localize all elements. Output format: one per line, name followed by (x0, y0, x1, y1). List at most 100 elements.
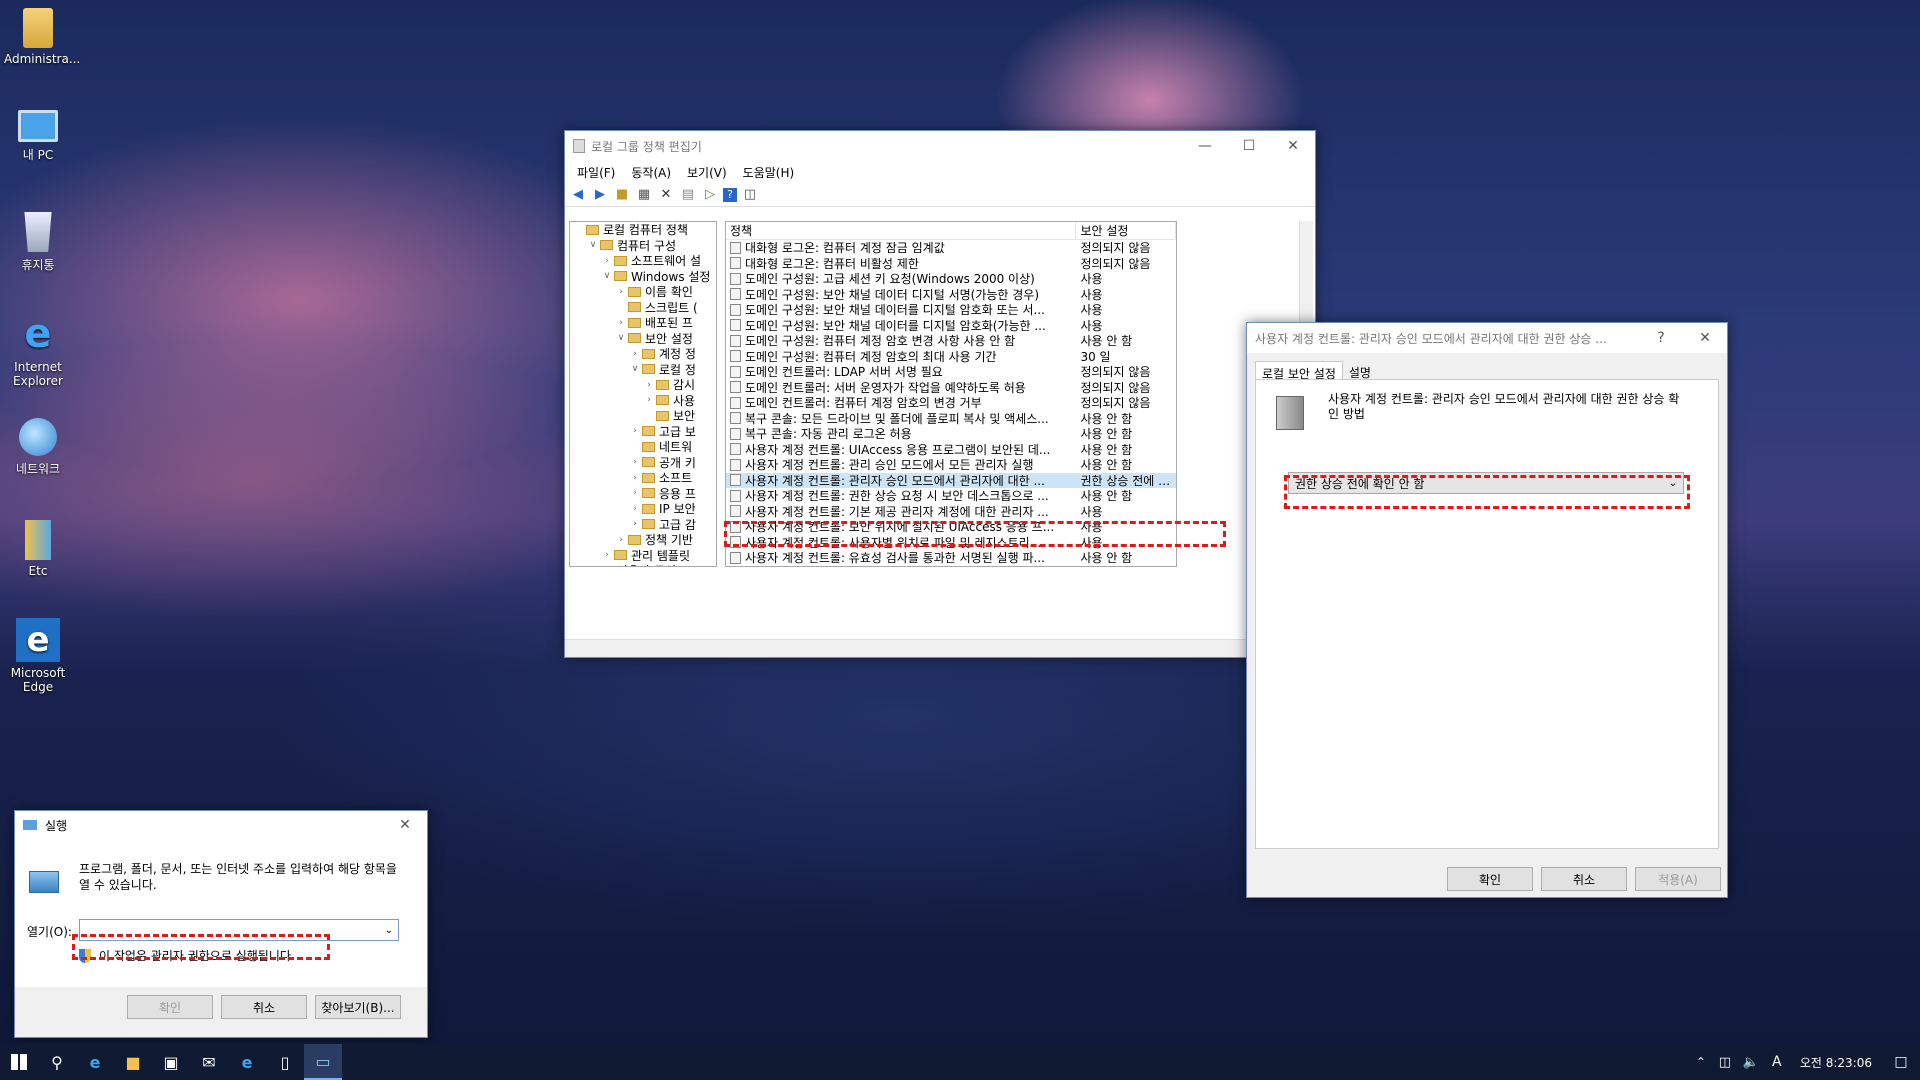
tree-item[interactable]: › 고급 보 (570, 424, 716, 440)
tree-item[interactable]: › 정책 기반 (570, 532, 716, 548)
volume-icon[interactable]: 🔈 (1738, 1044, 1764, 1080)
store-icon[interactable]: ▣ (152, 1044, 190, 1080)
policy-row[interactable]: 도메인 컨트롤러: 서버 운영자가 작업을 예약하도록 허용 정의되지 않음 (726, 380, 1176, 396)
desktop-icon-internet-explorer[interactable]: e Internet Explorer (4, 312, 72, 388)
tree-item[interactable]: 보안 (570, 408, 716, 424)
tree-item[interactable]: › 감시 (570, 377, 716, 393)
policy-row[interactable]: 대화형 로그온: 컴퓨터 계정 잠금 임계값 정의되지 않음 (726, 240, 1176, 256)
cancel-button[interactable]: 취소 (1541, 867, 1627, 891)
start-button[interactable] (0, 1044, 38, 1080)
close-button[interactable]: ✕ (1271, 131, 1315, 161)
properties-icon[interactable]: ▤ (679, 186, 697, 204)
desktop-icon-recycle-bin[interactable]: 휴지통 (4, 212, 72, 273)
help-button[interactable]: ? (1639, 323, 1683, 353)
browse-button[interactable]: 찾아보기(B)... (315, 995, 401, 1019)
policy-row[interactable]: 복구 콘솔: 자동 관리 로그온 허용 사용 안 함 (726, 426, 1176, 442)
clock[interactable]: 오전 8:23:06 (1790, 1054, 1882, 1071)
chevron-right-icon[interactable]: › (628, 504, 642, 514)
menu-help[interactable]: 도움말(H) (735, 164, 803, 181)
tree-item[interactable]: ∨ 보안 설정 (570, 331, 716, 347)
show-hide-tree-icon[interactable]: ▦ (635, 186, 653, 204)
tree-item[interactable]: › 고급 감 (570, 517, 716, 533)
chevron-right-icon[interactable]: › (628, 488, 642, 498)
policy-row[interactable]: 도메인 구성원: 컴퓨터 계정 암호의 최대 사용 기간 30 일 (726, 349, 1176, 365)
taskbar-edge-icon[interactable]: e (76, 1044, 114, 1080)
desktop-icon-etc[interactable]: Etc (4, 520, 72, 578)
desktop-icon-edge[interactable]: e Microsoft Edge (4, 618, 72, 694)
ime-indicator[interactable]: A (1764, 1044, 1790, 1080)
tree-item[interactable]: › 배포된 프 (570, 315, 716, 331)
chevron-down-icon[interactable]: ∨ (614, 333, 628, 343)
chevron-right-icon[interactable]: › (600, 550, 614, 560)
chevron-right-icon[interactable]: › (600, 256, 614, 266)
minimize-button[interactable]: — (1183, 131, 1227, 161)
menu-action[interactable]: 동작(A) (623, 164, 679, 181)
help-icon[interactable]: ? (723, 187, 737, 202)
close-button[interactable]: ✕ (1683, 323, 1727, 353)
taskbar-run-icon[interactable]: ▭ (304, 1044, 342, 1080)
delete-icon[interactable]: ✕ (657, 186, 675, 204)
tree-item[interactable]: › IP 보안 (570, 501, 716, 517)
chevron-right-icon[interactable]: › (628, 457, 642, 467)
policy-row[interactable]: 사용자 계정 컨트롤: 사용자별 위치로 파일 및 레지스트리 ... 사용 (726, 535, 1176, 551)
policy-row[interactable]: 도메인 구성원: 보안 채널 데이터 디지털 서명(가능한 경우) 사용 (726, 287, 1176, 303)
chevron-down-icon[interactable]: ∨ (600, 271, 614, 281)
tree-item[interactable]: ∨ 컴퓨터 구성 (570, 238, 716, 254)
desktop-icon-network[interactable]: 네트워크 (4, 418, 72, 477)
tree-item[interactable]: 로컬 컴퓨터 정책 (570, 222, 716, 238)
ok-button[interactable]: 확인 (1447, 867, 1533, 891)
run-titlebar[interactable]: 실행 ✕ (15, 811, 427, 839)
chevron-right-icon[interactable]: › (614, 287, 628, 297)
column-header-setting[interactable]: 보안 설정 (1076, 222, 1176, 239)
tree-item[interactable]: › 소프트웨어 설 (570, 253, 716, 269)
tree-item[interactable]: › 계정 정 (570, 346, 716, 362)
policy-row[interactable]: 사용자 계정 컨트롤: 기본 제공 관리자 계정에 대한 관리자 ... 사용 (726, 504, 1176, 520)
column-header-policy[interactable]: 정책 (726, 222, 1077, 239)
policy-row[interactable]: 사용자 계정 컨트롤: 관리자 승인 모드에서 관리자에 대한 ... 권한 상승… (726, 472, 1176, 488)
tree-item[interactable]: 스크립트 ( (570, 300, 716, 316)
show-hidden-icons-chevron-icon[interactable]: ⌃ (1690, 1044, 1712, 1080)
menu-view[interactable]: 보기(V) (679, 164, 735, 181)
forward-arrow-icon[interactable]: ▶ (591, 186, 609, 204)
close-button[interactable]: ✕ (383, 810, 427, 840)
tree-item[interactable]: › 사용자 구성 (570, 563, 716, 566)
elevation-behavior-dropdown[interactable]: 권한 상승 전에 확인 안 함 ⌄ (1288, 472, 1684, 494)
file-explorer-icon[interactable]: ■ (114, 1044, 152, 1080)
apply-button[interactable]: 적용(A) (1635, 867, 1721, 891)
tree-item[interactable]: › 소프트 (570, 470, 716, 486)
policy-row[interactable]: 사용자 계정 컨트롤: 관리 승인 모드에서 모든 관리자 실행 사용 안 함 (726, 457, 1176, 473)
tree-item[interactable]: › 관리 템플릿 (570, 548, 716, 564)
back-arrow-icon[interactable]: ◀ (569, 186, 587, 204)
taskbar-internet-explorer-icon[interactable]: e (228, 1044, 266, 1080)
ok-button[interactable]: 확인 (127, 995, 213, 1019)
policy-row[interactable]: 대화형 로그온: 컴퓨터 비활성 제한 정의되지 않음 (726, 256, 1176, 272)
chevron-right-icon[interactable]: › (628, 519, 642, 529)
policy-row[interactable]: 도메인 컨트롤러: 컴퓨터 계정 암호의 변경 거부 정의되지 않음 (726, 395, 1176, 411)
console-icon[interactable]: ◫ (741, 186, 759, 204)
cancel-button[interactable]: 취소 (221, 995, 307, 1019)
chevron-right-icon[interactable]: › (614, 318, 628, 328)
policy-row[interactable]: 도메인 구성원: 보안 채널 데이터를 디지털 암호화 또는 서... 사용 (726, 302, 1176, 318)
chevron-right-icon[interactable]: › (628, 426, 642, 436)
policy-row[interactable]: 도메인 컨트롤러: LDAP 서버 서명 필요 정의되지 않음 (726, 364, 1176, 380)
chevron-right-icon[interactable]: › (628, 349, 642, 359)
policy-row[interactable]: 사용자 계정 컨트롤: 유효성 검사를 통과한 서명된 실행 파... 사용 안 … (726, 550, 1176, 566)
tree-item[interactable]: ∨ 로컬 정 (570, 362, 716, 378)
policy-row[interactable]: 사용자 계정 컨트롤: 권한 상승 요청 시 보안 데스크톱으로 ... 사용 안… (726, 488, 1176, 504)
gpedit-titlebar[interactable]: 로컬 그룹 정책 편집기 — ☐ ✕ (565, 131, 1315, 161)
policy-row[interactable]: 사용자 계정 컨트롤: UIAccess 응용 프로그램이 보안된 데... 사용… (726, 442, 1176, 458)
taskbar-gpedit-icon[interactable]: ▯ (266, 1044, 304, 1080)
policy-row[interactable]: 도메인 구성원: 보안 채널 데이터를 디지털 암호화(가능한 ... 사용 (726, 318, 1176, 334)
search-icon[interactable]: ⚲ (38, 1044, 76, 1080)
action-center-icon[interactable]: □ (1882, 1044, 1920, 1080)
tree-item[interactable]: › 이름 확인 (570, 284, 716, 300)
policy-row[interactable]: 사용자 계정 컨트롤: 보안 위치에 설치된 UIAccess 응용 프... 사… (726, 519, 1176, 535)
desktop-icon-my-pc[interactable]: 내 PC (4, 110, 72, 163)
tree-item[interactable]: › 응용 프 (570, 486, 716, 502)
network-tray-icon[interactable]: ◫ (1712, 1044, 1738, 1080)
policy-row[interactable]: 도메인 구성원: 고급 세션 키 요청(Windows 2000 이상) 사용 (726, 271, 1176, 287)
menu-file[interactable]: 파일(F) (569, 164, 623, 181)
maximize-button[interactable]: ☐ (1227, 131, 1271, 161)
tree-item[interactable]: 네트워 (570, 439, 716, 455)
chevron-right-icon[interactable]: › (628, 473, 642, 483)
